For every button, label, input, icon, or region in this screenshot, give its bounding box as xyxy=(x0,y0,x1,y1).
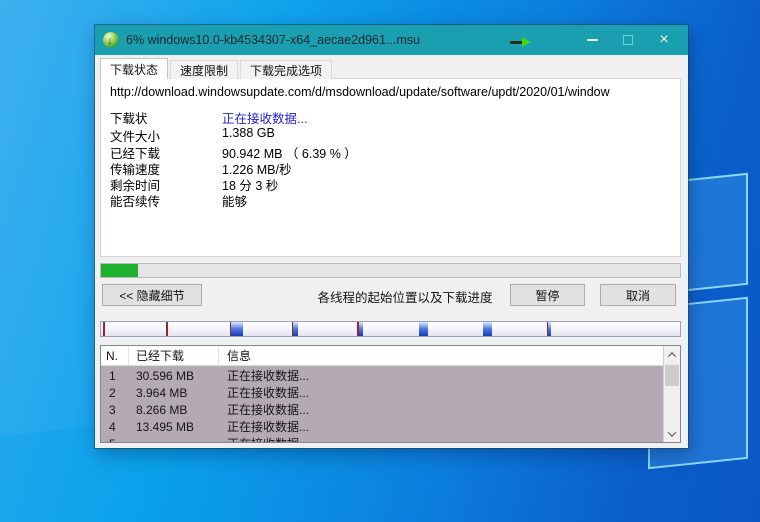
pause-button[interactable]: 暂停 xyxy=(510,284,585,306)
table-row[interactable]: 1 30.596 MB 正在接收数据... xyxy=(101,367,663,384)
thread-progress-block xyxy=(231,322,243,336)
maximize-icon xyxy=(623,35,633,45)
column-header-info[interactable]: 信息 xyxy=(219,346,663,365)
chevron-down-icon xyxy=(668,428,676,436)
field-time-left: 剩余时间 18 分 3 秒 xyxy=(101,175,680,191)
file-size-value: 1.388 GB xyxy=(222,126,275,140)
table-row[interactable]: 5 正在接收数据... xyxy=(101,435,663,443)
tab-download-status[interactable]: 下载状态 xyxy=(100,58,168,79)
threads-table-header: N. 已经下载 信息 xyxy=(101,346,663,366)
idm-download-window: ↓ 6% windows10.0-kb4534307-x64_aecae2d96… xyxy=(95,25,688,448)
hide-details-button[interactable]: << 隐藏细节 xyxy=(102,284,202,306)
resume-capability-value: 能够 xyxy=(222,191,247,210)
scroll-up-button[interactable] xyxy=(664,346,680,363)
thread-bar xyxy=(100,321,681,337)
thread-progress-block xyxy=(359,322,363,336)
minimize-button[interactable] xyxy=(574,25,610,55)
maximize-button xyxy=(610,25,646,55)
progress-fill xyxy=(101,264,138,277)
field-status: 下载状 正在接收数据... xyxy=(101,108,680,124)
desktop-wallpaper: ↓ 6% windows10.0-kb4534307-x64_aecae2d96… xyxy=(0,0,760,522)
table-row[interactable]: 2 3.964 MB 正在接收数据... xyxy=(101,384,663,401)
close-icon: × xyxy=(659,32,668,48)
status-value: 正在接收数据... xyxy=(222,108,307,127)
window-title: 6% windows10.0-kb4534307-x64_aecae2d961.… xyxy=(126,33,420,47)
tab-on-completion-options[interactable]: 下载完成选项 xyxy=(240,60,332,79)
thread-progress-block xyxy=(548,322,551,336)
thread-progress-block xyxy=(483,322,492,336)
tab-speed-limit[interactable]: 速度限制 xyxy=(170,60,238,79)
tab-strip: 下载状态 速度限制 下载完成选项 xyxy=(100,58,334,79)
field-downloaded: 已经下载 90.942 MB （ 6.39 % ） xyxy=(101,143,680,159)
table-scrollbar[interactable] xyxy=(663,346,680,442)
field-transfer-rate: 传输速度 1.226 MB/秒 xyxy=(101,159,680,175)
overall-progress-bar xyxy=(100,263,681,278)
thread-progress-block xyxy=(293,322,298,336)
download-url: http://download.windowsupdate.com/d/msdo… xyxy=(110,85,674,101)
thread-progress-block xyxy=(419,322,427,336)
minimize-icon xyxy=(587,39,598,41)
field-resume-capability: 能否续传 能够 xyxy=(101,191,680,207)
download-arrow-icon xyxy=(510,37,532,47)
scrollbar-thumb[interactable] xyxy=(665,365,679,386)
thread-start-marker xyxy=(103,322,105,336)
close-button[interactable]: × xyxy=(646,25,682,55)
thread-start-marker xyxy=(166,322,168,336)
field-file-size: 文件大小 1.388 GB xyxy=(101,126,680,142)
table-row[interactable]: 4 13.495 MB 正在接收数据... xyxy=(101,418,663,435)
titlebar[interactable]: ↓ 6% windows10.0-kb4534307-x64_aecae2d96… xyxy=(95,25,688,55)
titlebar-controls: × xyxy=(574,25,682,55)
threads-table: N. 已经下载 信息 1 30.596 MB 正在接收数据... 2 3.964… xyxy=(100,345,681,443)
table-row[interactable]: 3 8.266 MB 正在接收数据... xyxy=(101,401,663,418)
threads-table-body: 1 30.596 MB 正在接收数据... 2 3.964 MB 正在接收数据.… xyxy=(101,367,663,442)
cancel-button[interactable]: 取消 xyxy=(600,284,676,306)
scroll-down-button[interactable] xyxy=(664,425,680,442)
column-header-downloaded[interactable]: 已经下载 xyxy=(129,346,219,365)
idm-app-icon: ↓ xyxy=(103,32,119,48)
column-header-n[interactable]: N. xyxy=(101,346,129,365)
download-status-panel: http://download.windowsupdate.com/d/msdo… xyxy=(100,78,681,257)
chevron-up-icon xyxy=(668,352,676,360)
